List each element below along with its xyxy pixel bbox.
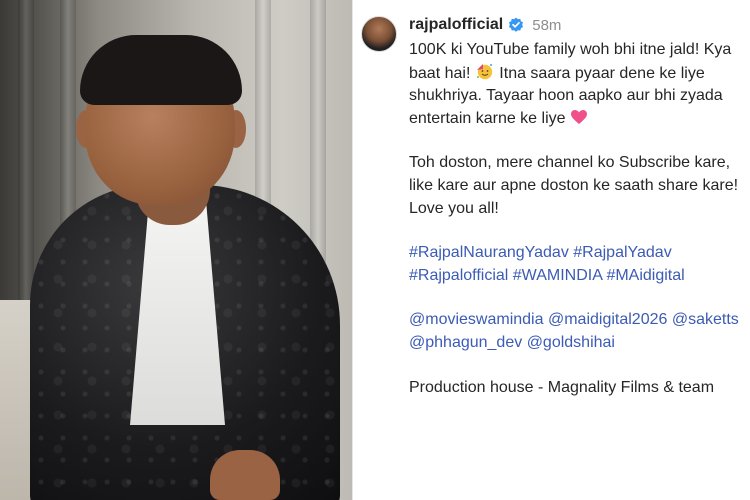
pink-heart-emoji-icon <box>570 109 587 124</box>
mention-link[interactable]: @maidigital2026 <box>548 311 667 328</box>
mention-list: @movieswamindia @maidigital2026 @saketts… <box>409 309 747 354</box>
mention-link[interactable]: @movieswamindia <box>409 311 544 328</box>
mention-link[interactable]: @phhagun_dev <box>409 334 522 351</box>
hand <box>210 450 280 500</box>
caption-body: 100K ki YouTube family woh bhi itne jald… <box>409 39 747 399</box>
mention-link[interactable]: @saketts <box>672 311 739 328</box>
profile-avatar[interactable] <box>361 16 397 52</box>
verified-badge-icon <box>509 17 524 32</box>
caption-paragraph: Production house - Magnality Films & tea… <box>409 378 715 396</box>
hashtag-link[interactable]: #RajpalNaurangYadav <box>409 244 569 261</box>
caption-panel: rajpalofficial 58m 100K ki YouTube famil… <box>352 0 750 500</box>
hashtag-link[interactable]: #MAidigital <box>606 267 684 284</box>
username-link[interactable]: rajpalofficial <box>409 16 503 34</box>
hashtag-list: #RajpalNaurangYadav #RajpalYadav #Rajpal… <box>409 242 747 287</box>
mention-link[interactable]: @goldshihai <box>527 334 615 351</box>
hair <box>80 35 242 105</box>
caption-paragraph: 100K ki YouTube family woh bhi itne jald… <box>409 39 747 130</box>
hashtag-link[interactable]: #Rajpalofficial <box>409 267 508 284</box>
hashtag-link[interactable]: #WAMINDIA <box>513 267 602 284</box>
caption-paragraph: Toh doston, mere channel ko Subscribe ka… <box>409 154 739 217</box>
post-timestamp: 58m <box>532 16 562 34</box>
hashtag-link[interactable]: #RajpalYadav <box>573 244 671 261</box>
party-face-emoji-icon <box>476 63 493 79</box>
post-header: rajpalofficial 58m <box>409 14 561 36</box>
post-photo[interactable] <box>0 0 352 500</box>
